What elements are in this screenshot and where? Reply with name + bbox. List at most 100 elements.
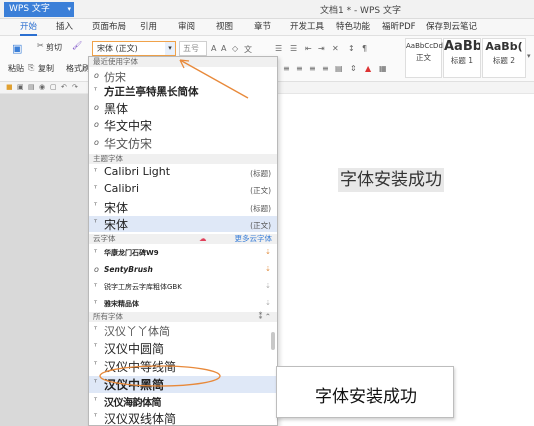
copy-icon[interactable]: ⎘ bbox=[28, 63, 34, 73]
export-icon[interactable]: ▢ bbox=[50, 83, 57, 91]
dropdown-scrollbar-thumb[interactable] bbox=[271, 332, 275, 350]
menu-foxit-pdf[interactable]: 福昕PDF bbox=[382, 21, 416, 33]
line-spacing-icon[interactable]: ⇕ bbox=[350, 64, 357, 73]
opentype-icon: o bbox=[94, 103, 99, 112]
menu-chapter[interactable]: 章节 bbox=[254, 21, 271, 33]
download-icon[interactable]: ⇣ bbox=[265, 248, 271, 256]
align-right-icon[interactable]: ≡ bbox=[309, 64, 316, 73]
menu-view[interactable]: 视图 bbox=[216, 21, 233, 33]
font-item-cloud-1[interactable]: ᵀ 华康龙门石碑W9 ⇣ bbox=[89, 246, 277, 260]
cut-button[interactable]: 剪切 bbox=[46, 42, 62, 53]
justify-icon[interactable]: ≡ bbox=[322, 64, 329, 73]
menu-page-layout[interactable]: 页面布局 bbox=[92, 21, 126, 33]
cloud-fonts-header: 云字体 ☁ 更多云字体 bbox=[89, 234, 277, 244]
truetype-icon: ᵀ bbox=[94, 248, 98, 257]
format-painter-icon[interactable]: 🖌 bbox=[72, 41, 82, 50]
truetype-icon: ᵀ bbox=[94, 218, 98, 227]
menu-references[interactable]: 引用 bbox=[140, 21, 157, 33]
border-icon[interactable]: ▦ bbox=[379, 64, 387, 73]
more-cloud-fonts-link[interactable]: 更多云字体 bbox=[235, 234, 273, 244]
font-item-hanyi-haiyun[interactable]: ᵀ 汉仪海韵体简 bbox=[89, 394, 277, 409]
format-painter-button[interactable]: 格式刷 bbox=[66, 63, 90, 74]
font-item-lanting[interactable]: ᵀ 方正兰亭特黑长简体 bbox=[89, 84, 277, 98]
distribute-icon[interactable]: ▤ bbox=[335, 64, 343, 73]
preview-icon[interactable]: ◉ bbox=[39, 83, 45, 91]
font-item-cloud-2[interactable]: o SentyBrush ⇣ bbox=[89, 263, 277, 277]
style-heading-2[interactable]: AaBb( 标题 2 bbox=[482, 38, 526, 78]
menu-cloud-note[interactable]: 保存到云笔记 bbox=[426, 21, 477, 33]
font-item-huawen-fangsong[interactable]: o 华文仿宋 bbox=[89, 135, 277, 151]
chinese-layout-icon[interactable]: ✕ bbox=[332, 44, 339, 53]
download-icon[interactable]: ⇣ bbox=[265, 265, 271, 273]
style-heading-1[interactable]: AaBb 标题 1 bbox=[443, 38, 481, 78]
align-left-icon[interactable]: ≡ bbox=[283, 64, 290, 73]
font-item-label: 方正兰亭特黑长简体 bbox=[104, 86, 199, 98]
show-marks-icon[interactable]: ¶ bbox=[362, 44, 367, 53]
cloud-fonts-title: 云字体 bbox=[93, 234, 116, 243]
truetype-icon: ᵀ bbox=[94, 325, 98, 334]
font-item-songti-body[interactable]: ᵀ 宋体 (正文) bbox=[89, 216, 277, 232]
bullet-list-icon[interactable]: ☰ bbox=[275, 44, 282, 53]
font-item-label: 仿宋 bbox=[104, 71, 126, 84]
print-icon[interactable]: ▤ bbox=[28, 83, 35, 91]
font-item-label: 黑体 bbox=[104, 102, 129, 116]
undo-icon[interactable]: ↶ bbox=[61, 83, 67, 91]
paste-icon[interactable]: ▣ bbox=[12, 42, 22, 55]
font-shrink-icon[interactable]: A bbox=[221, 44, 226, 53]
number-list-icon[interactable]: ☰ bbox=[290, 44, 297, 53]
font-item-label: 汉仪中圆简 bbox=[104, 342, 165, 356]
font-size-select[interactable]: 五号 bbox=[179, 41, 207, 56]
menu-review[interactable]: 审阅 bbox=[178, 21, 195, 33]
paste-button[interactable]: 粘贴 bbox=[8, 63, 24, 74]
font-item-label: Calibri Light bbox=[104, 165, 171, 178]
styles-more-icon[interactable]: ▾ bbox=[527, 52, 531, 60]
result-text-box: 字体安装成功 bbox=[276, 366, 454, 418]
save-icon[interactable]: ▣ bbox=[17, 83, 24, 91]
indent-icon[interactable]: ⇥ bbox=[318, 44, 325, 53]
font-item-heiti[interactable]: o 黑体 bbox=[89, 100, 277, 116]
menu-home[interactable]: 开始 bbox=[20, 21, 38, 36]
font-item-huawen-zhongsong[interactable]: o 华文中宋 bbox=[89, 117, 277, 133]
clear-format-icon[interactable]: ◇ bbox=[232, 44, 238, 53]
align-center-icon[interactable]: ≡ bbox=[296, 64, 303, 73]
copy-button[interactable]: 复制 bbox=[38, 63, 54, 74]
selected-sample-text[interactable]: 字体安装成功 bbox=[338, 168, 444, 192]
truetype-icon: ᵀ bbox=[94, 378, 98, 387]
font-item-label: 汉仪中黑简 bbox=[104, 378, 165, 392]
font-role-tag: (正文) bbox=[250, 221, 271, 230]
font-item-cloud-4[interactable]: ᵀ 雅宋精品体 ⇣ bbox=[89, 297, 277, 311]
font-item-hanyi-zhongyuan[interactable]: ᵀ 汉仪中圆简 bbox=[89, 340, 277, 357]
font-dropdown-list[interactable]: 最近使用字体 o 仿宋 ᵀ 方正兰亭特黑长简体 o 黑体 o 华文中宋 o 华文… bbox=[88, 56, 278, 426]
app-menu-button[interactable]: WPS 文字 ▾ bbox=[4, 2, 74, 17]
menu-insert[interactable]: 插入 bbox=[56, 21, 73, 33]
font-item-hanyi-yaya[interactable]: ᵀ 汉仪丫丫体简 bbox=[89, 323, 277, 339]
menu-developer[interactable]: 开发工具 bbox=[290, 21, 324, 33]
font-grow-icon[interactable]: A bbox=[211, 44, 216, 53]
font-item-cloud-3[interactable]: ᵀ 锐字工房云字库粗体GBK ⇣ bbox=[89, 280, 277, 294]
phonetic-icon[interactable]: 文 bbox=[244, 44, 252, 55]
font-item-calibri-light[interactable]: ᵀ Calibri Light (标题) bbox=[89, 165, 277, 181]
outdent-icon[interactable]: ⇤ bbox=[305, 44, 312, 53]
shading-icon[interactable]: ▲ bbox=[365, 64, 371, 73]
scissors-icon[interactable]: ✂ bbox=[37, 41, 44, 50]
truetype-icon: ᵀ bbox=[94, 167, 98, 176]
font-item-label: 汉仪丫丫体简 bbox=[104, 325, 170, 338]
font-item-calibri[interactable]: ᵀ Calibri (正文) bbox=[89, 182, 277, 198]
sort-icon[interactable]: ↕ bbox=[348, 44, 355, 53]
download-icon[interactable]: ⇣ bbox=[265, 282, 271, 290]
font-item-hanyi-shuangxian[interactable]: ᵀ 汉仪双线体简 bbox=[89, 410, 277, 425]
collapse-icon[interactable]: ⁑ ⌃ bbox=[259, 312, 271, 322]
download-icon[interactable]: ⇣ bbox=[265, 299, 271, 307]
folder-icon[interactable]: ■ bbox=[6, 83, 13, 91]
style-normal[interactable]: AaBbCcDd 正文 bbox=[405, 38, 443, 78]
font-name-select[interactable]: 宋体 (正文) ▾ bbox=[92, 41, 176, 56]
font-item-hanyi-zhonghei[interactable]: ᵀ 汉仪中黑简 bbox=[89, 376, 277, 393]
menu-bar: 开始 插入 页面布局 引用 审阅 视图 章节 开发工具 特色功能 福昕PDF 保… bbox=[0, 19, 534, 36]
menu-features[interactable]: 特色功能 bbox=[336, 21, 370, 33]
redo-icon[interactable]: ↷ bbox=[72, 83, 78, 91]
font-item-songti-heading[interactable]: ᵀ 宋体 (标题) bbox=[89, 199, 277, 215]
chevron-down-icon[interactable]: ▾ bbox=[165, 42, 175, 55]
font-item-fangsong[interactable]: o 仿宋 bbox=[89, 69, 277, 84]
font-item-hanyi-zhongdengxian[interactable]: ᵀ 汉仪中等线简 bbox=[89, 358, 277, 375]
truetype-icon: ᵀ bbox=[94, 396, 98, 405]
